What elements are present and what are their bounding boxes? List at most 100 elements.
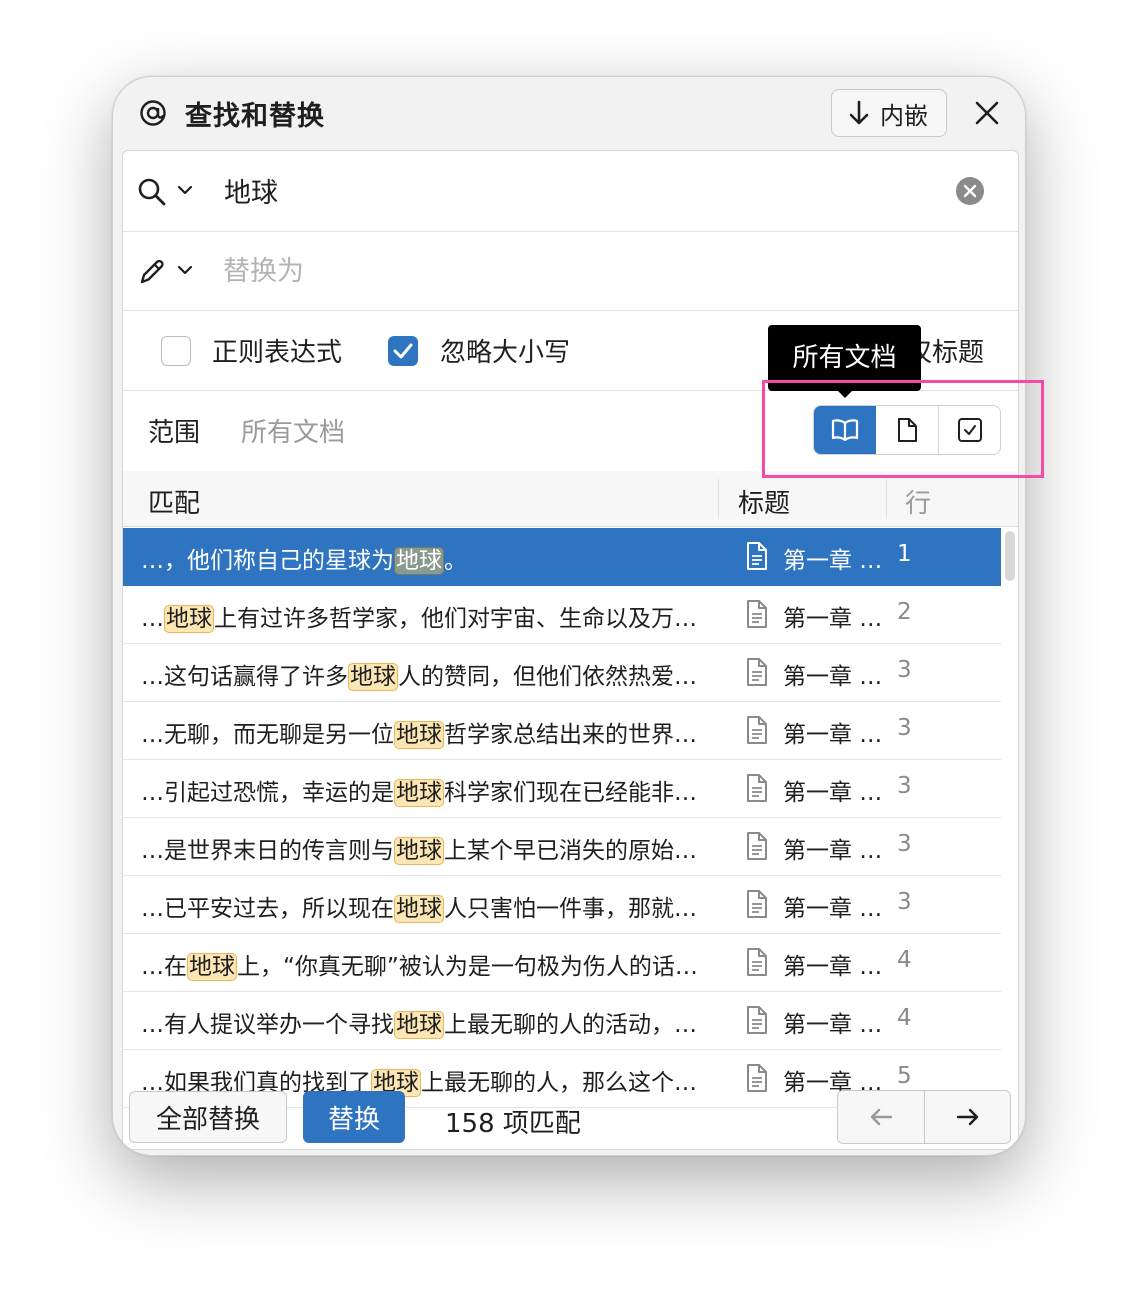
match-text: …无聊，而无聊是另一位地球哲学家总结出来的世界…	[141, 715, 721, 749]
checkmark-icon	[393, 343, 413, 359]
scope-label: 范围	[148, 418, 201, 448]
match-text: …是世界末日的传言则与地球上某个早已消失的原始…	[141, 831, 721, 865]
column-header-line[interactable]: 行	[905, 483, 931, 520]
match-context-after: 科学家们现在已经能非…	[444, 780, 697, 806]
ignore-case-checkbox[interactable]	[388, 336, 418, 366]
match-text: …在地球上，“你真无聊”被认为是一句极为伤人的话…	[141, 947, 721, 981]
clear-search-button[interactable]	[956, 177, 984, 205]
result-title: 第一章 …	[783, 548, 883, 574]
arrow-down-icon	[849, 100, 869, 125]
chevron-down-icon[interactable]	[177, 264, 193, 276]
result-line-number: 3	[897, 889, 912, 915]
result-title: 第一章 …	[783, 896, 883, 922]
result-title: 第一章 …	[783, 722, 883, 748]
search-icon[interactable]	[137, 177, 167, 207]
match-highlight: 地球	[187, 953, 237, 981]
result-title: 第一章 …	[783, 780, 883, 806]
result-row[interactable]: …引起过恐慌，幸运的是地球科学家们现在已经能非… 第一章 … 3	[123, 760, 1001, 818]
match-text: …，他们称自己的星球为地球。	[141, 541, 721, 575]
close-icon[interactable]	[971, 97, 1003, 129]
result-row[interactable]: …，他们称自己的星球为地球。 第一章 … 1	[123, 528, 1001, 586]
result-row[interactable]: …无聊，而无聊是另一位地球哲学家总结出来的世界… 第一章 … 3	[123, 702, 1001, 760]
scope-value: 所有文档	[241, 418, 346, 448]
match-highlight: 地球	[164, 605, 214, 633]
results-scrollbar[interactable]	[1005, 531, 1015, 581]
match-context-after: 哲学家总结出来的世界…	[444, 722, 697, 748]
result-title: 第一章 …	[783, 606, 883, 632]
at-sign-icon	[140, 100, 166, 126]
result-title: 第一章 …	[783, 1012, 883, 1038]
document-icon	[747, 716, 767, 744]
result-row[interactable]: …地球上有过许多哲学家，他们对宇宙、生命以及万… 第一章 … 2	[123, 586, 1001, 644]
arrow-right-icon	[956, 1108, 978, 1126]
result-row[interactable]: …这句话赢得了许多地球人的赞同，但他们依然热爱… 第一章 … 3	[123, 644, 1001, 702]
result-line-number: 2	[897, 599, 912, 625]
match-highlight: 地球	[394, 779, 444, 807]
result-row[interactable]: …有人提议举办一个寻找地球上最无聊的人的活动，… 第一章 … 4	[123, 992, 1001, 1050]
match-context-after: 上有过许多哲学家，他们对宇宙、生命以及万…	[214, 606, 697, 632]
match-highlight: 地球	[394, 895, 444, 923]
result-line-number: 3	[897, 773, 912, 799]
find-panel: 地球 正则表达式 忽略大小写 仅标题 范围 所有文档	[122, 150, 1019, 1150]
previous-match-button[interactable]	[838, 1091, 924, 1143]
match-context-before: …这句话赢得了许多	[141, 664, 348, 690]
match-context-after: 上某个早已消失的原始…	[444, 838, 697, 864]
match-highlight: 地球	[394, 721, 444, 749]
footer: 全部替换 替换 158 项匹配	[113, 1077, 1025, 1155]
match-text: …已平安过去，所以现在地球人只害怕一件事，那就…	[141, 889, 721, 923]
chevron-down-icon[interactable]	[177, 184, 193, 196]
document-icon	[747, 774, 767, 802]
match-context-before: …，他们称自己的星球为	[141, 548, 394, 574]
match-highlight: 地球	[394, 1011, 444, 1039]
document-icon	[747, 658, 767, 686]
result-row[interactable]: …在地球上，“你真无聊”被认为是一句极为伤人的话… 第一章 … 4	[123, 934, 1001, 992]
results-list: …，他们称自己的星球为地球。 第一章 … 1 …地球上有过许多哲学家，他们对宇宙、生命…	[123, 528, 1001, 1148]
result-line-number: 3	[897, 831, 912, 857]
match-context-before: …是世界末日的传言则与	[141, 838, 394, 864]
result-line-number: 4	[897, 947, 912, 973]
match-context-before: …已平安过去，所以现在	[141, 896, 394, 922]
match-context-after: 上最无聊的人的活动，…	[444, 1012, 697, 1038]
match-context-before: …无聊，而无聊是另一位	[141, 722, 394, 748]
regex-label: 正则表达式	[212, 338, 343, 368]
match-text: …引起过恐慌，幸运的是地球科学家们现在已经能非…	[141, 773, 721, 807]
match-count: 158 项匹配	[445, 1109, 581, 1139]
replace-input[interactable]	[221, 249, 981, 293]
pencil-icon[interactable]	[137, 257, 167, 287]
result-line-number: 3	[897, 657, 912, 683]
match-context-after: 人只害怕一件事，那就…	[444, 896, 697, 922]
titlebar: 查找和替换 内嵌	[113, 77, 1025, 149]
column-header-title[interactable]: 标题	[738, 483, 790, 520]
results-table-header: 匹配 标题 行	[123, 471, 1018, 527]
match-context-after: 人的赞同，但他们依然热爱…	[398, 664, 697, 690]
replace-button[interactable]: 替换	[303, 1091, 405, 1143]
column-header-match[interactable]: 匹配	[148, 483, 200, 520]
result-title: 第一章 …	[783, 664, 883, 690]
match-highlight: 地球	[394, 837, 444, 865]
result-title: 第一章 …	[783, 954, 883, 980]
next-match-button[interactable]	[924, 1091, 1010, 1143]
match-text: …地球上有过许多哲学家，他们对宇宙、生命以及万…	[141, 599, 721, 633]
ignore-case-label: 忽略大小写	[440, 338, 571, 368]
result-title: 第一章 …	[783, 838, 883, 864]
match-navigation	[837, 1090, 1011, 1144]
result-line-number: 1	[897, 541, 912, 567]
document-icon	[747, 948, 767, 976]
match-highlight: 地球	[348, 663, 398, 691]
match-highlight: 地球	[394, 547, 444, 575]
window-title: 查找和替换	[185, 101, 325, 132]
match-context-before: …引起过恐慌，幸运的是	[141, 780, 394, 806]
annotation-highlight-box	[762, 380, 1044, 478]
search-input[interactable]: 地球	[224, 171, 278, 210]
result-row[interactable]: …已平安过去，所以现在地球人只害怕一件事，那就… 第一章 … 3	[123, 876, 1001, 934]
regex-checkbox[interactable]	[161, 336, 191, 366]
replace-all-button[interactable]: 全部替换	[129, 1091, 287, 1143]
result-row[interactable]: …是世界末日的传言则与地球上某个早已消失的原始… 第一章 … 3	[123, 818, 1001, 876]
document-icon	[747, 1006, 767, 1034]
match-context-after: 上，“你真无聊”被认为是一句极为伤人的话…	[237, 954, 698, 980]
result-line-number: 3	[897, 715, 912, 741]
match-context-after: 。	[444, 548, 467, 574]
embed-button-label: 内嵌	[880, 101, 928, 130]
embed-button[interactable]: 内嵌	[831, 89, 947, 137]
document-icon	[747, 600, 767, 628]
